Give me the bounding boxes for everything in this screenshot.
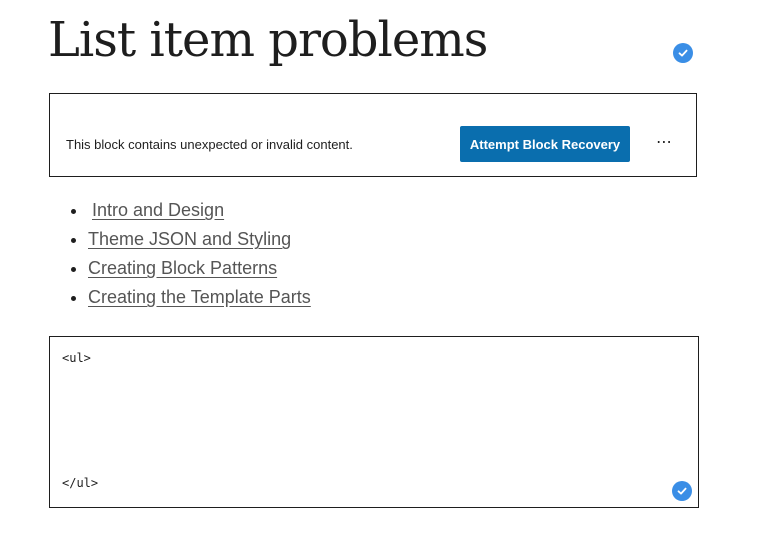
check-circle-icon [673, 43, 693, 63]
list-item: Intro and Design [88, 196, 311, 225]
list-item-link[interactable]: Intro and Design [92, 200, 224, 220]
warning-message: This block contains unexpected or invali… [66, 137, 353, 152]
ellipsis-icon: ⋯ [656, 132, 672, 151]
attempt-block-recovery-button[interactable]: Attempt Block Recovery [460, 126, 630, 162]
code-close-tag[interactable]: </ul> [62, 476, 98, 490]
code-open-tag[interactable]: <ul> [62, 351, 91, 365]
link-list: Intro and Design Theme JSON and Styling … [48, 196, 311, 312]
list-item-link[interactable]: Creating the Template Parts [88, 287, 311, 307]
page-title[interactable]: List item problems [48, 8, 488, 72]
list-item-link[interactable]: Creating Block Patterns [88, 258, 277, 278]
block-warning[interactable]: This block contains unexpected or invali… [49, 93, 697, 177]
list-item: Theme JSON and Styling [88, 225, 311, 254]
list-item-link[interactable]: Theme JSON and Styling [88, 229, 291, 249]
more-options-button[interactable]: ⋯ [650, 128, 678, 156]
list-item: Creating Block Patterns [88, 254, 311, 283]
check-circle-icon [672, 481, 692, 501]
custom-html-block[interactable]: <ul> </ul> [49, 336, 699, 508]
list-item: Creating the Template Parts [88, 283, 311, 312]
